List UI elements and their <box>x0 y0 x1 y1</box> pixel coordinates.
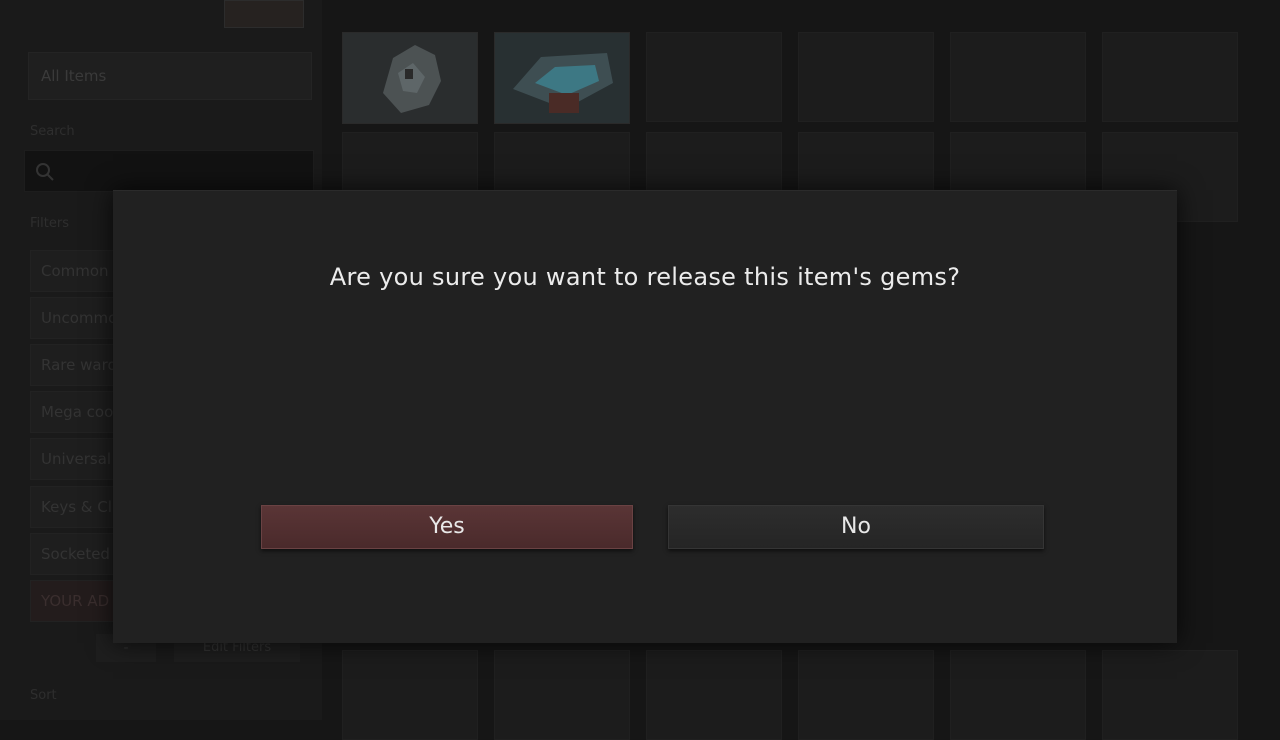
all-items-dropdown[interactable]: All Items <box>28 52 312 100</box>
empty-item-slot <box>798 32 934 122</box>
item-slot-axe[interactable] <box>494 32 630 124</box>
search-input[interactable] <box>24 150 314 192</box>
empty-item-slot <box>1102 32 1238 122</box>
rock-item-icon <box>343 33 477 123</box>
empty-item-slot <box>342 650 478 740</box>
filters-label: Filters <box>30 216 69 231</box>
sort-label: Sort <box>30 688 57 703</box>
release-gems-dialog: Are you sure you want to release this it… <box>113 190 1177 643</box>
dialog-message: Are you sure you want to release this it… <box>329 263 961 291</box>
empty-item-slot <box>798 650 934 740</box>
empty-item-slot <box>1102 650 1238 740</box>
search-label: Search <box>30 124 75 139</box>
empty-item-slot <box>950 650 1086 740</box>
empty-item-slot <box>494 650 630 740</box>
item-thumbnail <box>224 0 304 28</box>
yes-button[interactable]: Yes <box>261 505 633 549</box>
item-slot-rock[interactable] <box>342 32 478 124</box>
axe-item-icon <box>495 33 629 123</box>
empty-item-slot <box>646 32 782 122</box>
no-button[interactable]: No <box>668 505 1044 549</box>
empty-item-slot <box>950 32 1086 122</box>
empty-item-slot <box>646 650 782 740</box>
search-icon <box>36 163 54 181</box>
